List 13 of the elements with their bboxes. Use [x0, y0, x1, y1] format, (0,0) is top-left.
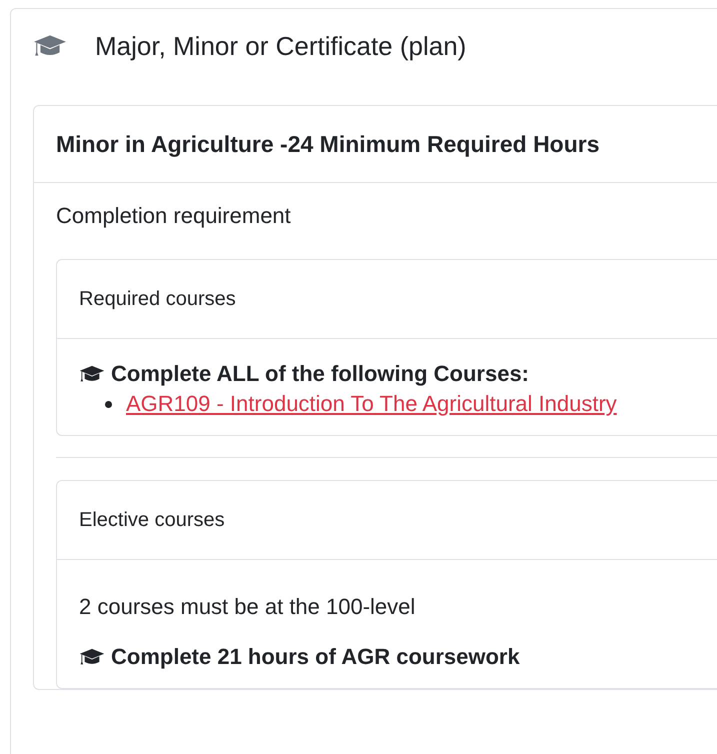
section-title: Elective courses	[79, 508, 225, 532]
requirement-rule: Complete 21 hours of AGR coursework	[111, 644, 520, 670]
requirement-rule: Complete ALL of the following Courses:	[111, 361, 529, 387]
panel-title: Major, Minor or Certificate (plan)	[95, 30, 466, 62]
graduation-cap-icon	[79, 648, 105, 666]
graduation-cap-icon	[79, 365, 105, 383]
bullet-icon	[105, 400, 112, 408]
graduation-cap-icon	[33, 34, 67, 58]
requirement-note: 2 courses must be at the 100-level	[79, 594, 416, 620]
plan-title: Minor in Agriculture -24 Minimum Required Hours	[56, 130, 600, 158]
course-link[interactable]: AGR109 - Introduction To The Agricultural Industry	[126, 391, 617, 417]
requirement-heading: Completion requirement	[56, 203, 292, 229]
section-title: Required courses	[79, 288, 236, 310]
